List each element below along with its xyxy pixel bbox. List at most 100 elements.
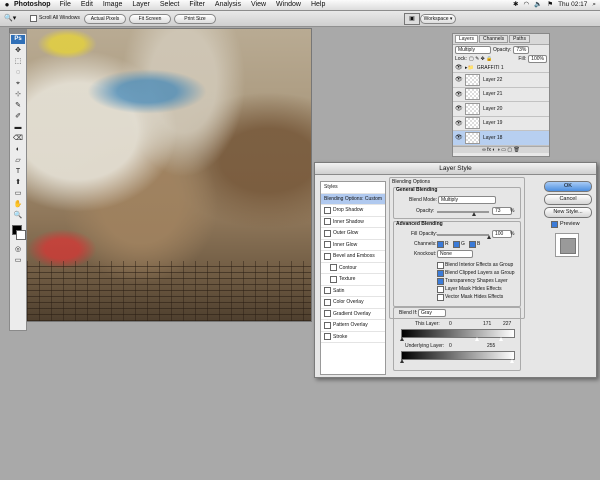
- underlying-layer-ramp[interactable]: [401, 351, 515, 360]
- menu-filter[interactable]: Filter: [189, 0, 205, 10]
- brush-tool-icon[interactable]: ✎: [12, 101, 24, 111]
- palette-well-icon[interactable]: ▣: [404, 13, 420, 25]
- workspace-button[interactable]: Workspace ▾: [420, 14, 456, 24]
- transparency-shapes-checkbox[interactable]: [437, 278, 444, 285]
- menu-select[interactable]: Select: [160, 0, 179, 10]
- eraser-tool-icon[interactable]: ⌫: [12, 134, 24, 144]
- layers-footer-icons[interactable]: ∞ fx ◐ ◑ ▭ ▢ 🗑: [453, 145, 549, 153]
- style-inner-glow[interactable]: Inner Glow: [321, 240, 385, 251]
- zoom-tool-icon[interactable]: 🔍: [12, 211, 24, 221]
- quick-mask-icon[interactable]: ◎: [12, 245, 24, 255]
- blend-mode-select[interactable]: Multiply: [438, 196, 496, 204]
- spotlight-icon[interactable]: ⌕: [592, 0, 596, 10]
- this-layer-white-handle[interactable]: [499, 337, 503, 341]
- history-brush-icon[interactable]: ✐: [12, 112, 24, 122]
- pen-tool-icon[interactable]: ▱: [12, 156, 24, 166]
- style-styles[interactable]: Styles: [321, 182, 385, 194]
- eye-icon[interactable]: 👁: [455, 91, 463, 98]
- layer-opacity-field[interactable]: 73%: [513, 45, 530, 54]
- flag-icon[interactable]: ⚑: [547, 0, 553, 10]
- opacity-slider[interactable]: [437, 211, 489, 213]
- blend-if-select[interactable]: Gray: [418, 309, 446, 317]
- style-satin[interactable]: Satin: [321, 286, 385, 297]
- color-swatches[interactable]: [10, 225, 26, 245]
- underlying-white-handle[interactable]: [510, 359, 514, 363]
- layer-blend-mode-select[interactable]: Multiply: [455, 45, 491, 54]
- blend-clipped-checkbox[interactable]: [437, 270, 444, 277]
- lock-icons[interactable]: ▢ ✎ ✥ 🔒: [469, 56, 493, 62]
- preview-checkbox[interactable]: [551, 221, 558, 228]
- fill-opacity-field[interactable]: 100: [492, 230, 512, 238]
- menu-edit[interactable]: Edit: [81, 0, 93, 10]
- style-contour[interactable]: Contour: [321, 263, 385, 274]
- style-outer-glow[interactable]: Outer Glow: [321, 228, 385, 240]
- knockout-select[interactable]: None: [437, 250, 473, 258]
- marquee-tool-icon[interactable]: ⬚: [12, 57, 24, 67]
- menu-help[interactable]: Help: [311, 0, 325, 10]
- menu-analysis[interactable]: Analysis: [215, 0, 241, 10]
- eye-icon[interactable]: 👁: [455, 120, 463, 127]
- background-color[interactable]: [16, 230, 26, 240]
- path-select-icon[interactable]: ⬆: [12, 178, 24, 188]
- apple-menu-icon[interactable]: ●: [0, 0, 14, 10]
- this-layer-ramp[interactable]: [401, 329, 515, 338]
- screen-mode-icon[interactable]: ▭: [12, 256, 24, 266]
- volume-icon[interactable]: 🔈: [534, 0, 542, 10]
- menu-file[interactable]: File: [60, 0, 71, 10]
- underlying-black-handle[interactable]: [400, 359, 404, 363]
- actual-pixels-button[interactable]: Actual Pixels: [84, 14, 126, 24]
- wifi-icon[interactable]: ◠: [523, 0, 529, 10]
- move-tool-icon[interactable]: ✥: [12, 46, 24, 56]
- zoom-tool-icon[interactable]: 🔍▾: [4, 14, 16, 22]
- scroll-all-checkbox[interactable]: [30, 15, 37, 24]
- layer-mask-hides-checkbox[interactable]: [437, 286, 444, 293]
- eye-icon[interactable]: 👁: [455, 134, 463, 141]
- fill-opacity-handle[interactable]: [487, 235, 491, 239]
- crop-tool-icon[interactable]: ⌖: [12, 79, 24, 89]
- this-layer-black-handle[interactable]: [400, 337, 404, 341]
- menu-view[interactable]: View: [251, 0, 266, 10]
- type-tool-icon[interactable]: T: [12, 167, 24, 177]
- layer-row-selected[interactable]: 👁 Layer 18: [453, 131, 549, 146]
- layer-row[interactable]: 👁 Layer 19: [453, 117, 549, 131]
- style-inner-shadow[interactable]: Inner Shadow: [321, 217, 385, 228]
- hand-tool-icon[interactable]: ✋: [12, 200, 24, 210]
- layer-row[interactable]: 👁 Layer 21: [453, 88, 549, 102]
- healing-tool-icon[interactable]: ⊹: [12, 90, 24, 100]
- layer-group-row[interactable]: 👁 ▸📁 GRAFFITI 1: [453, 63, 549, 73]
- lasso-tool-icon[interactable]: ◌: [12, 68, 24, 78]
- shape-tool-icon[interactable]: ▭: [12, 189, 24, 199]
- print-size-button[interactable]: Print Size: [174, 14, 216, 24]
- layer-fill-field[interactable]: 100%: [528, 54, 547, 63]
- menu-layer[interactable]: Layer: [132, 0, 150, 10]
- photoshop-logo[interactable]: Ps: [11, 35, 25, 44]
- bluetooth-icon[interactable]: ✱: [513, 0, 518, 10]
- clock[interactable]: Thu 02:17: [558, 0, 587, 10]
- app-menu[interactable]: Photoshop: [14, 0, 51, 10]
- ok-button[interactable]: OK: [544, 181, 592, 192]
- style-texture[interactable]: Texture: [321, 274, 385, 286]
- menu-window[interactable]: Window: [276, 0, 301, 10]
- cancel-button[interactable]: Cancel: [544, 194, 592, 205]
- channel-b-checkbox[interactable]: [469, 241, 476, 248]
- gradient-tool-icon[interactable]: ▬: [12, 123, 24, 133]
- style-drop-shadow[interactable]: Drop Shadow: [321, 205, 385, 217]
- menu-image[interactable]: Image: [103, 0, 122, 10]
- tab-layers[interactable]: Layers: [455, 35, 479, 43]
- tab-paths[interactable]: Paths: [509, 35, 530, 43]
- channel-r-checkbox[interactable]: [437, 241, 444, 248]
- eye-icon[interactable]: 👁: [455, 105, 463, 112]
- opacity-field[interactable]: 73: [492, 207, 512, 215]
- tab-channels[interactable]: Channels: [479, 35, 509, 43]
- this-layer-white-split-handle[interactable]: [475, 337, 479, 341]
- new-style-button[interactable]: New Style...: [544, 207, 592, 218]
- folder-icon[interactable]: ▸📁: [465, 65, 474, 71]
- eye-icon[interactable]: 👁: [455, 64, 463, 71]
- layer-row[interactable]: 👁 Layer 22: [453, 73, 549, 88]
- opacity-slider-handle[interactable]: [472, 212, 476, 216]
- style-gradient-overlay[interactable]: Gradient Overlay: [321, 309, 385, 320]
- channel-g-checkbox[interactable]: [453, 241, 460, 248]
- style-pattern-overlay[interactable]: Pattern Overlay: [321, 320, 385, 332]
- eye-icon[interactable]: 👁: [455, 76, 463, 83]
- blend-interior-checkbox[interactable]: [437, 262, 444, 269]
